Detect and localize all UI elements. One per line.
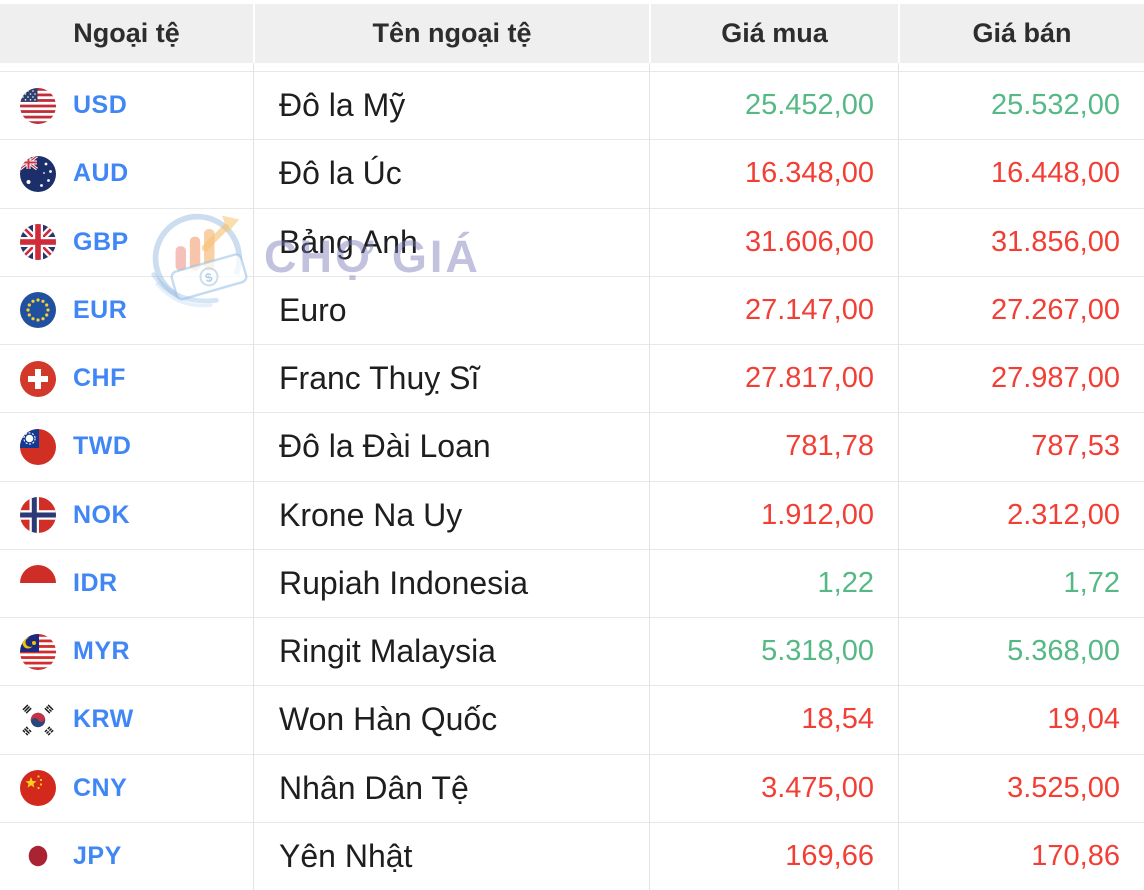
table-row: IDR Rupiah Indonesia 1,22 1,72 (0, 548, 1144, 617)
table-row: JPY Yên Nhật 169,66 170,86 (0, 821, 1144, 890)
table-body: USD Đô la Mỹ 25.452,00 25.532,00 AUD Đô … (0, 71, 1144, 890)
currency-cell: CNY (0, 755, 253, 822)
currency-cell: CHF (0, 345, 253, 412)
currency-cell: NOK (0, 482, 253, 549)
buy-price: 1.912,00 (761, 498, 874, 531)
currency-name: Krone Na Uy (279, 496, 463, 533)
currency-name: Bảng Anh (279, 223, 418, 260)
flag-us-icon (20, 87, 56, 124)
buy-price: 16.348,00 (744, 157, 874, 190)
currency-code-link[interactable]: AUD (73, 159, 129, 188)
table-row: KRW Won Hàn Quốc 18,54 19,04 (0, 685, 1144, 754)
header-currency: Ngoại tệ (73, 18, 180, 48)
currency-code-link[interactable]: EUR (73, 296, 127, 325)
currency-name: Đô la Đài Loan (279, 428, 491, 465)
table-row: NOK Krone Na Uy 1.912,00 2.312,00 (0, 480, 1144, 549)
currency-name: Yên Nhật (279, 837, 413, 874)
currency-code-link[interactable]: TWD (73, 432, 131, 461)
currency-code-link[interactable]: GBP (73, 228, 129, 257)
sell-price: 16.448,00 (990, 157, 1120, 190)
flag-no-icon (20, 497, 56, 534)
currency-code-link[interactable]: CHF (73, 364, 126, 393)
currency-cell: AUD (0, 140, 253, 207)
flag-eu-icon (20, 292, 56, 329)
currency-name: Euro (279, 291, 347, 328)
column-divider (898, 63, 899, 890)
currency-code-link[interactable]: CNY (73, 774, 127, 803)
currency-cell: JPY (0, 823, 253, 890)
currency-name: Won Hàn Quốc (279, 701, 498, 738)
currency-cell: USD (0, 72, 253, 139)
currency-name: Ringit Malaysia (279, 633, 496, 670)
currency-cell: KRW (0, 686, 253, 753)
sell-price: 27.987,00 (990, 362, 1120, 395)
exchange-rate-table: Ngoại tệ Tên ngoại tệ Giá mua Giá bán US… (0, 0, 1144, 890)
currency-cell: TWD (0, 413, 253, 480)
currency-cell: EUR (0, 277, 253, 344)
currency-code-link[interactable]: USD (73, 91, 127, 120)
column-divider (649, 63, 650, 890)
buy-price: 31.606,00 (744, 225, 874, 258)
sell-price: 1,72 (1063, 566, 1120, 599)
buy-price: 18,54 (801, 703, 874, 736)
header-currency-name: Tên ngoại tệ (253, 4, 649, 63)
currency-name: Franc Thuỵ Sĩ (279, 360, 480, 397)
buy-price: 781,78 (785, 430, 874, 463)
buy-price: 27.817,00 (744, 362, 874, 395)
table-row: CNY Nhân Dân Tệ 3.475,00 3.525,00 (0, 753, 1144, 822)
table-row: USD Đô la Mỹ 25.452,00 25.532,00 (0, 71, 1144, 140)
flag-jp-icon (20, 838, 56, 875)
header-buy-price: Giá mua (649, 4, 898, 63)
currency-cell: GBP (0, 209, 253, 276)
table-row: TWD Đô la Đài Loan 781,78 787,53 (0, 412, 1144, 481)
buy-price: 25.452,00 (744, 89, 874, 122)
currency-code-link[interactable]: NOK (73, 501, 130, 530)
currency-name: Nhân Dân Tệ (279, 769, 469, 806)
table-row: CHF Franc Thuỵ Sĩ 27.817,00 27.987,00 (0, 344, 1144, 413)
header-gap (0, 63, 1144, 71)
flag-kr-icon (20, 701, 56, 738)
table-header-row: Ngoại tệ Tên ngoại tệ Giá mua Giá bán (0, 4, 1144, 63)
currency-cell: IDR (0, 550, 253, 617)
currency-name: Đô la Úc (279, 155, 402, 192)
flag-id-icon (20, 565, 56, 602)
table-row: MYR Ringit Malaysia 5.318,00 5.368,00 (0, 617, 1144, 686)
sell-price: 3.525,00 (1007, 771, 1120, 804)
flag-ch-icon (20, 360, 56, 397)
table-row: AUD Đô la Úc 16.348,00 16.448,00 (0, 139, 1144, 208)
currency-code-link[interactable]: JPY (73, 842, 122, 871)
buy-price: 27.147,00 (744, 293, 874, 326)
header-sell-price: Giá bán (898, 4, 1144, 63)
table-row: GBP Bảng Anh 31.606,00 31.856,00 (0, 207, 1144, 276)
flag-gb-icon (20, 224, 56, 261)
table-row: EUR Euro 27.147,00 27.267,00 (0, 275, 1144, 344)
sell-price: 2.312,00 (1007, 498, 1120, 531)
buy-price: 5.318,00 (761, 635, 874, 668)
buy-price: 1,22 (817, 566, 874, 599)
flag-au-icon (20, 155, 56, 192)
currency-cell: MYR (0, 618, 253, 685)
flag-cn-icon (20, 770, 56, 807)
sell-price: 31.856,00 (990, 225, 1120, 258)
currency-code-link[interactable]: IDR (73, 569, 118, 598)
buy-price: 3.475,00 (761, 771, 874, 804)
currency-code-link[interactable]: KRW (73, 705, 134, 734)
flag-tw-icon (20, 428, 56, 465)
sell-price: 19,04 (1047, 703, 1120, 736)
sell-price: 170,86 (1031, 839, 1120, 872)
buy-price: 169,66 (785, 839, 874, 872)
sell-price: 787,53 (1031, 430, 1120, 463)
currency-name: Rupiah Indonesia (279, 564, 529, 601)
currency-code-link[interactable]: MYR (73, 637, 130, 666)
flag-my-icon (20, 633, 56, 670)
sell-price: 5.368,00 (1007, 635, 1120, 668)
currency-name: Đô la Mỹ (279, 87, 406, 124)
sell-price: 25.532,00 (990, 89, 1120, 122)
column-divider (253, 63, 254, 890)
sell-price: 27.267,00 (990, 293, 1120, 326)
